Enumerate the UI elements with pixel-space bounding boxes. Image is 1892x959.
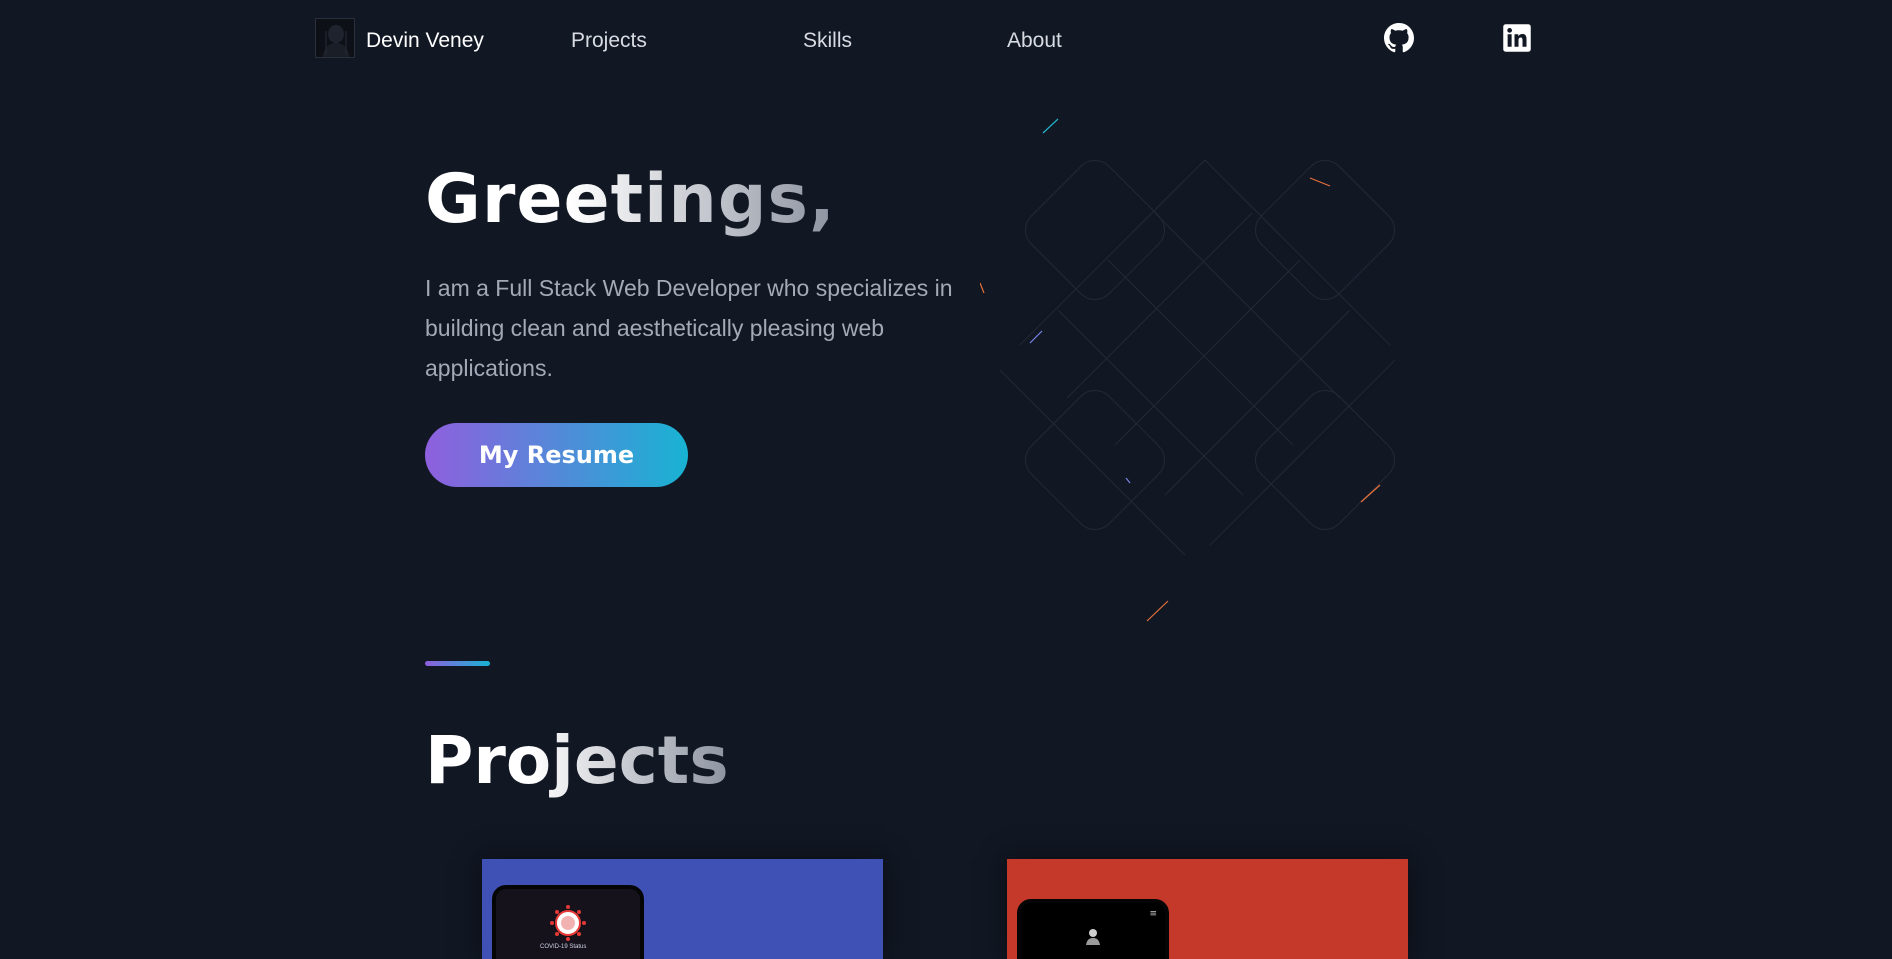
hamburger-icon: ≡ [1149, 909, 1157, 919]
linkedin-icon[interactable] [1502, 23, 1532, 53]
phone-screen-title: COVID-19 Status [540, 944, 587, 950]
resume-button[interactable]: My Resume [425, 423, 688, 487]
projects-section-title: Projects [425, 722, 729, 799]
person-avatar [1086, 929, 1100, 945]
nav-link-skills[interactable]: Skills [803, 29, 852, 53]
section-divider [425, 661, 490, 666]
nav-link-projects[interactable]: Projects [571, 29, 647, 53]
top-navigation: Devin Veney Projects Skills About [0, 0, 1892, 80]
nav-link-about[interactable]: About [1007, 29, 1062, 53]
hero-description: I am a Full Stack Web Developer who spec… [425, 275, 953, 381]
project-card-covid[interactable]: COVID-19 Status [482, 859, 883, 959]
phone-mockup: COVID-19 Status [492, 885, 644, 959]
github-icon[interactable] [1384, 23, 1414, 53]
project-card-portfolio[interactable]: ≡ [1007, 859, 1408, 959]
decorative-grid-graphic [979, 105, 1440, 635]
phone-mockup: ≡ [1017, 899, 1169, 959]
brand-name[interactable]: Devin Veney [366, 29, 484, 53]
hero-title: Greetings, [425, 160, 836, 239]
virus-icon [550, 905, 586, 941]
logo-avatar[interactable] [315, 18, 355, 58]
